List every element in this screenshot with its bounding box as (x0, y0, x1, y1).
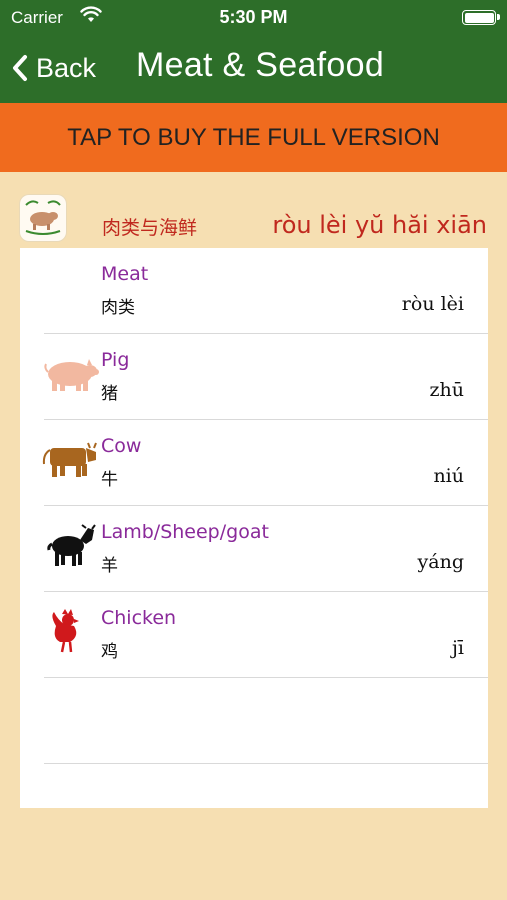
pig-icon (40, 348, 100, 398)
lamb-icon (40, 520, 100, 570)
item-pinyin: jī (452, 637, 464, 659)
item-english: Chicken (101, 607, 177, 629)
item-english: Meat (101, 263, 149, 285)
back-button[interactable]: Back (12, 50, 96, 86)
battery-icon (462, 10, 500, 25)
item-pinyin: zhū (429, 379, 464, 401)
buy-full-version-button[interactable]: TAP TO BUY THE FULL VERSION (0, 103, 507, 172)
list-item[interactable]: Meat 肉类 ròu lèi (20, 248, 488, 334)
category-chinese: 肉类与海鲜 (102, 217, 198, 239)
buy-full-version-label: TAP TO BUY THE FULL VERSION (67, 123, 440, 151)
item-english: Pig (101, 349, 130, 371)
vocabulary-list: Meat 肉类 ròu lèi Pig 猪 zhū Cow 牛 niú Lamb… (20, 248, 488, 808)
item-chinese: 猪 (101, 384, 118, 404)
chicken-icon (40, 606, 100, 656)
item-english: Lamb/Sheep/goat (101, 521, 269, 543)
item-pinyin: ròu lèi (401, 293, 464, 315)
item-english: Cow (101, 435, 142, 457)
item-chinese: 牛 (101, 470, 118, 490)
status-time: 5:30 PM (219, 7, 288, 27)
item-chinese: 肉类 (101, 298, 135, 318)
item-pinyin: niú (433, 465, 464, 487)
cow-icon (40, 434, 100, 484)
status-bar: Carrier 5:30 PM (0, 0, 507, 34)
category-pinyin: ròu lèi yŭ hăi xiān (272, 211, 487, 239)
row-divider (44, 763, 488, 764)
item-pinyin: yáng (417, 551, 464, 573)
list-item[interactable]: Pig 猪 zhū (20, 334, 488, 420)
item-chinese: 羊 (101, 556, 118, 576)
empty-row (20, 678, 488, 764)
category-icon (20, 195, 66, 241)
navigation-bar: Back Meat & Seafood (0, 34, 507, 103)
list-item[interactable]: Cow 牛 niú (20, 420, 488, 506)
page-title: Meat & Seafood (136, 46, 385, 84)
item-chinese: 鸡 (101, 642, 118, 662)
chevron-left-icon (12, 54, 28, 82)
back-label: Back (36, 52, 97, 83)
list-item[interactable]: Lamb/Sheep/goat 羊 yáng (20, 506, 488, 592)
list-item[interactable]: Chicken 鸡 jī (20, 592, 488, 678)
